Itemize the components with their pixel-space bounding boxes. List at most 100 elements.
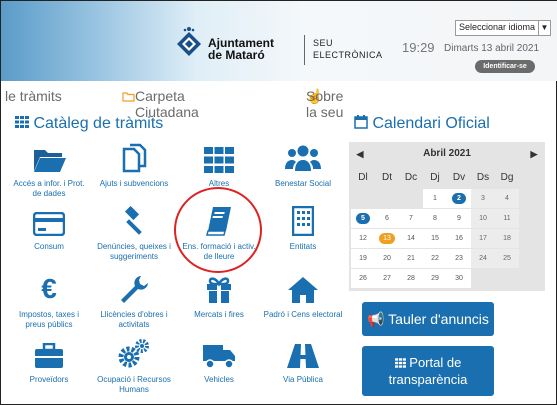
copy-icon [122,143,147,173]
tile-vehicles[interactable]: Vehicles [179,339,259,385]
folder-icon [34,150,66,172]
tile-via-publica[interactable]: Via Pública [263,339,343,385]
portal-line1-container: Portal de [362,354,494,371]
calendar-day[interactable]: 15 [423,229,447,248]
calendar-day[interactable]: 25 [495,249,519,268]
current-date: Dimarts 13 abril 2021 [444,43,540,54]
tauler-anuncis-label: Tauler d'anuncis [388,311,489,327]
tile-llicencies[interactable]: Llicències d'obres i activitats [94,274,174,330]
calendar-day[interactable]: 1 [423,189,447,208]
calendar-day[interactable]: 4 [495,189,519,208]
catalog-title: Catàleg de tràmits [15,115,163,133]
chevron-down-icon: ▼ [538,21,550,35]
calendar-day[interactable]: 27 [375,269,399,288]
calendar-day[interactable]: 22 [423,249,447,268]
ajuntament-logo-icon [177,27,201,56]
tile-benestar-social[interactable]: Benestar Social [263,143,343,189]
calendar-day[interactable]: 18 [495,229,519,248]
calendar-day-number: 9 [457,215,461,222]
calendar-day-number: 30 [455,275,463,282]
calendar-day-number: 2 [452,193,466,204]
catalog-title-text: Catàleg de tràmits [33,115,164,132]
tile-label: Accés a infor. i Prot. de dades [13,179,85,198]
language-select-label: Seleccionar idioma [459,22,536,32]
calendar-header: ◀ Abril 2021 ▶ [349,142,545,166]
tile-entitats[interactable]: Entitats [263,206,343,252]
calendar-day-number: 11 [503,215,511,222]
tauler-anuncis-button[interactable]: 📢 Tauler d'anuncis [362,302,494,336]
nav-item-tramits[interactable]: le tràmits [5,88,62,104]
portal-transparencia-button[interactable]: Portal de transparència [362,346,494,396]
calendar-day[interactable]: 7 [399,209,423,228]
tile-acces-informacio[interactable]: Accés a infor. i Prot. de dades [9,143,89,199]
tile-label: Padró i Cens electoral [263,310,343,319]
calendar-title: Calendari Oficial [354,115,490,133]
login-button[interactable]: Identificar-se [475,60,535,73]
calendar-weekday: Dt [375,167,399,188]
calendar-day[interactable]: 11 [495,209,519,228]
calendar-empty-cell [471,269,495,288]
calendar-title-text: Calendari Oficial [372,115,490,132]
calendar-day[interactable]: 10 [471,209,495,228]
calendar-day[interactable]: 3 [471,189,495,208]
tile-altres[interactable]: Altres [179,143,259,189]
calendar-day[interactable]: 14 [399,229,423,248]
wrench-icon [121,276,148,303]
tile-impostos[interactable]: € Impostos, taxes i preus públics [9,274,89,330]
tile-label: Consum [34,242,64,251]
tile-padro[interactable]: Padró i Cens electoral [263,274,343,320]
calendar-day[interactable]: 9 [447,209,471,228]
calendar-day[interactable]: 2 [447,189,471,208]
tile-ocupacio[interactable]: Ocupació i Recursos Humans [94,339,174,395]
calendar-day-number: 25 [503,255,511,262]
calendar-widget: ◀ Abril 2021 ▶ Dl Dt Dc Dj Dv Ds Dg 1 2 3 4 5 6 7 8 9 10… [349,142,545,291]
next-month-icon[interactable]: ▶ [527,147,541,161]
calendar-day-number: 15 [431,235,439,242]
tile-label: Entitats [289,242,317,251]
language-select[interactable]: Seleccionar idioma ▼ [455,20,551,36]
calendar-day-number: 7 [409,215,413,222]
calendar-day-number: 5 [356,213,370,224]
users-icon [285,145,321,171]
tile-consum[interactable]: Consum [9,206,89,252]
calendar-day[interactable]: 20 [375,249,399,268]
calendar-day[interactable]: 19 [351,249,375,268]
calendar-day[interactable]: 5 [351,209,375,228]
tile-denuncies[interactable]: Denúncies, queixes i suggeriments [94,206,174,262]
tile-mercats[interactable]: Mercats i fires [179,274,259,320]
calendar-icon [354,115,368,129]
calendar-day[interactable]: 29 [423,269,447,288]
calendar-day[interactable]: 21 [399,249,423,268]
calendar-day[interactable]: 28 [399,269,423,288]
tile-label: Denúncies, queixes i suggeriments [97,242,171,261]
calendar-day-number: 10 [479,215,487,222]
nav-item-carpeta[interactable]: Carpeta Ciutadana [122,88,199,120]
calendar-grid: Dl Dt Dc Dj Dv Ds Dg 1 2 3 4 5 6 7 8 9 10 11 12 13 14 15 16 17 1… [351,167,519,289]
seu-line1: SEU [313,38,334,48]
portal-line2: transparència [388,372,468,387]
calendar-empty-cell [495,269,519,288]
gavel-icon [124,206,142,235]
calendar-day[interactable]: 13 [375,229,399,248]
calendar-day[interactable]: 23 [447,249,471,268]
truck-icon [203,345,235,369]
calendar-week-row: 12 13 14 15 16 17 18 [351,229,519,249]
calendar-weekday: Dj [423,167,447,188]
tile-label: Ocupació i Recursos Humans [97,375,171,394]
tile-ajuts[interactable]: Ajuts i subvencions [94,143,174,189]
calendar-day[interactable]: 8 [423,209,447,228]
calendar-day[interactable]: 12 [351,229,375,248]
road-icon [287,344,319,368]
calendar-day[interactable]: 24 [471,249,495,268]
calendar-day[interactable]: 30 [447,269,471,288]
th-grid-icon [394,358,406,368]
calendar-day[interactable]: 26 [351,269,375,288]
calendar-day[interactable]: 17 [471,229,495,248]
calendar-month: Abril 2021 [423,148,471,159]
calendar-day[interactable]: 6 [375,209,399,228]
seu-electronica-label: SEU ELECTRÒNICA [313,37,383,61]
calendar-day[interactable]: 16 [447,229,471,248]
tile-proveidors[interactable]: Proveïdors [9,339,89,385]
credit-card-icon [33,212,65,236]
calendar-day-number: 13 [379,233,395,244]
